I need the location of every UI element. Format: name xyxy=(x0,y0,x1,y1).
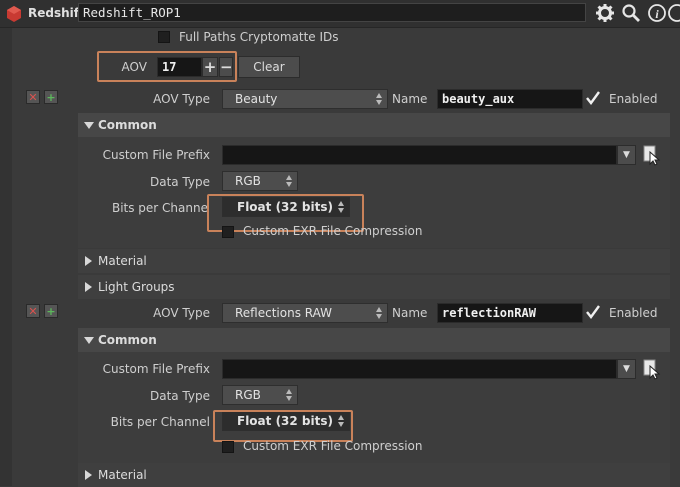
node-type-label: Redshift xyxy=(28,6,85,20)
custom-file-prefix-label: Custom File Prefix xyxy=(102,148,210,162)
updown-arrow-icon xyxy=(376,93,382,105)
aov-count-label: AOV xyxy=(121,60,147,74)
data-type-dropdown[interactable]: RGB xyxy=(222,385,298,405)
cryptomatte-checkbox[interactable] xyxy=(158,31,170,43)
common-folder-header[interactable]: Common xyxy=(78,113,670,137)
svg-text:i: i xyxy=(655,7,659,21)
custom-file-prefix-label: Custom File Prefix xyxy=(102,362,210,376)
exr-compression-label: Custom EXR File Compression xyxy=(243,439,423,453)
aov-remove-button[interactable]: − xyxy=(219,57,233,77)
custom-file-prefix-field[interactable] xyxy=(222,145,617,165)
checkmark-icon[interactable] xyxy=(585,89,601,107)
aov-type-dropdown[interactable]: Beauty xyxy=(222,89,388,109)
gear-icon[interactable] xyxy=(594,2,616,24)
common-folder-header[interactable]: Common xyxy=(78,328,670,352)
chevron-down-icon[interactable]: ▼ xyxy=(617,145,636,165)
aov-type-value: Reflections RAW xyxy=(235,306,333,320)
remove-instance-button[interactable]: ✕ xyxy=(26,304,40,318)
remove-instance-button[interactable]: ✕ xyxy=(26,90,40,104)
enabled-label: Enabled xyxy=(609,306,658,320)
common-folder-label: Common xyxy=(98,118,157,132)
updown-arrow-icon xyxy=(376,307,382,319)
light-groups-folder-header[interactable]: Light Groups xyxy=(78,275,670,299)
aov-type-label: AOV Type xyxy=(153,92,210,106)
material-folder-label: Material xyxy=(98,468,147,482)
name-label: Name xyxy=(392,306,428,320)
insert-instance-button[interactable]: + xyxy=(44,90,58,104)
updown-arrow-icon xyxy=(286,389,292,401)
material-folder-label: Material xyxy=(98,254,147,268)
chevron-down-icon[interactable]: ▼ xyxy=(617,359,636,379)
redshift-node-icon xyxy=(5,5,23,23)
material-folder-header[interactable]: Material xyxy=(78,249,670,273)
data-type-dropdown[interactable]: RGB xyxy=(222,171,298,191)
info-icon[interactable]: i xyxy=(646,2,668,24)
expand-triangle-icon xyxy=(85,256,92,266)
node-name-field[interactable]: Redshift_ROP1 xyxy=(78,3,586,22)
name-label: Name xyxy=(392,92,428,106)
aov-count-field[interactable]: 17 xyxy=(157,57,202,77)
left-gutter xyxy=(0,28,12,486)
expand-triangle-icon xyxy=(85,282,92,292)
checkmark-icon[interactable] xyxy=(585,303,601,321)
aov-type-value: Beauty xyxy=(235,92,278,106)
aov-add-button[interactable]: + xyxy=(202,57,218,77)
cryptomatte-label: Full Paths Cryptomatte IDs xyxy=(179,30,339,44)
aov-type-dropdown[interactable]: Reflections RAW xyxy=(222,303,388,323)
exr-compression-label: Custom EXR File Compression xyxy=(243,224,423,238)
collapse-triangle-icon xyxy=(84,337,94,344)
common-folder-label: Common xyxy=(98,333,157,347)
custom-file-prefix-field[interactable] xyxy=(222,359,617,379)
aov-type-label: AOV Type xyxy=(153,306,210,320)
aov-name-field[interactable]: beauty_aux xyxy=(437,89,583,109)
aov-name-field[interactable]: reflectionRAW xyxy=(437,303,583,323)
data-type-label: Data Type xyxy=(149,175,210,189)
enabled-label: Enabled xyxy=(609,92,658,106)
insert-instance-button[interactable]: + xyxy=(44,304,58,318)
expand-triangle-icon xyxy=(85,470,92,480)
bits-per-channel-label: Bits per Channel xyxy=(110,415,210,429)
exr-compression-checkbox[interactable] xyxy=(222,441,234,453)
bits-highlight xyxy=(213,410,353,442)
data-type-label: Data Type xyxy=(149,389,210,403)
data-type-value: RGB xyxy=(235,174,261,188)
bits-per-channel-label: Bits per Channe xyxy=(111,201,208,215)
parameter-header: Redshift Redshift_ROP1 i xyxy=(0,0,680,28)
material-folder-header[interactable]: Material xyxy=(78,463,670,487)
light-groups-folder-label: Light Groups xyxy=(98,280,175,294)
search-icon[interactable] xyxy=(620,2,642,24)
exr-compression-checkbox[interactable] xyxy=(222,226,234,238)
data-type-value: RGB xyxy=(235,388,261,402)
file-browse-icon[interactable] xyxy=(642,144,662,166)
help-icon[interactable] xyxy=(666,2,680,24)
updown-arrow-icon xyxy=(286,175,292,187)
file-browse-icon[interactable] xyxy=(642,358,662,380)
collapse-triangle-icon xyxy=(84,122,94,129)
clear-button[interactable]: Clear xyxy=(238,56,300,78)
